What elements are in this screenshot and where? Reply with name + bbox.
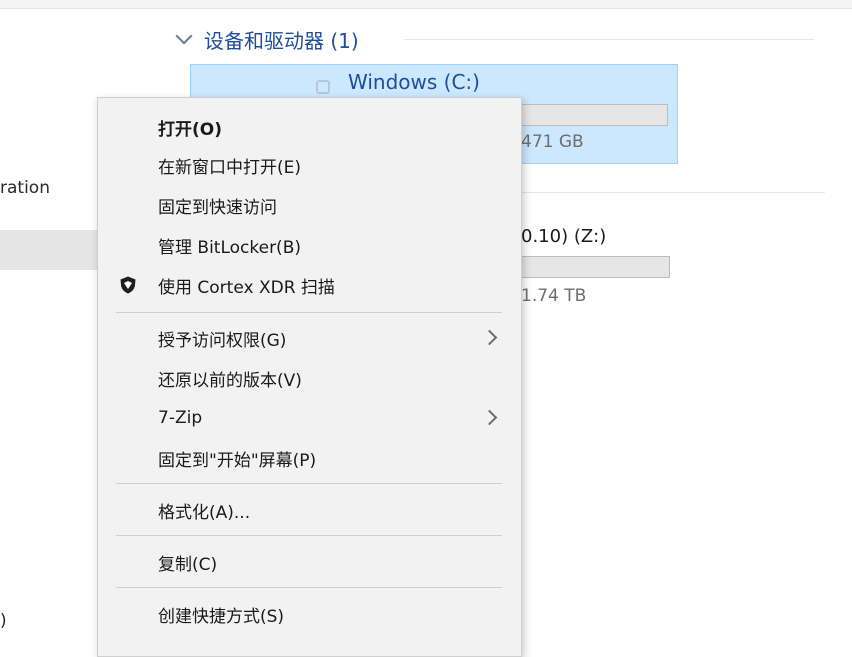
menu-item-label: 管理 BitLocker(B) <box>158 237 301 258</box>
menu-item-label: 还原以前的版本(V) <box>158 370 302 391</box>
drive-c-name: Windows (C:) <box>348 70 480 94</box>
menu-item-create-shortcut[interactable]: 创建快捷方式(S) <box>98 595 521 633</box>
drive-z-name[interactable]: 0.10) (Z:) <box>521 226 606 247</box>
menu-item-label: 使用 Cortex XDR 扫描 <box>158 277 335 298</box>
group-divider-secondary <box>520 192 825 193</box>
menu-separator <box>116 587 502 588</box>
menu-item-open[interactable]: 打开(O) <box>98 108 521 146</box>
devices-group-title: 设备和驱动器 (1) <box>204 28 359 53</box>
menu-item-manage-bitlocker[interactable]: 管理 BitLocker(B) <box>98 226 521 264</box>
window-top-edge <box>0 0 852 9</box>
chevron-right-icon <box>481 329 498 346</box>
menu-item-label: 复制(C) <box>158 554 218 575</box>
cortex-xdr-shield-icon <box>120 276 136 294</box>
menu-separator <box>116 483 502 484</box>
menu-item-restore-versions[interactable]: 还原以前的版本(V) <box>98 359 521 397</box>
drive-z-size: 1.74 TB <box>521 286 587 306</box>
menu-item-label: 格式化(A)... <box>158 502 251 523</box>
drive-c-usage-bar <box>500 104 668 126</box>
devices-group-header[interactable]: 设备和驱动器 (1) <box>172 24 359 54</box>
drive-z-usage-bar <box>500 256 670 278</box>
menu-item-cortex-xdr-scan[interactable]: 使用 Cortex XDR 扫描 <box>98 266 521 304</box>
menu-item-pin-start[interactable]: 固定到"开始"屏幕(P) <box>98 439 521 477</box>
navigation-pane: ration ) <box>0 8 100 640</box>
nav-item-bottom-partial[interactable]: ) <box>0 611 7 631</box>
menu-item-label: 固定到快速访问 <box>158 197 277 218</box>
menu-item-label: 7-Zip <box>158 408 203 428</box>
menu-item-label: 授予访问权限(G) <box>158 330 287 351</box>
menu-separator <box>116 312 502 313</box>
menu-item-label: 打开(O) <box>158 119 222 140</box>
group-divider <box>404 39 814 40</box>
menu-item-label: 在新窗口中打开(E) <box>158 157 302 178</box>
nav-item-highlighted[interactable] <box>0 230 100 270</box>
menu-item-pin-quick-access[interactable]: 固定到快速访问 <box>98 186 521 224</box>
menu-item-7zip[interactable]: 7-Zip <box>98 399 521 437</box>
menu-separator <box>116 535 502 536</box>
menu-item-grant-access[interactable]: 授予访问权限(G) <box>98 319 521 357</box>
menu-item-label: 固定到"开始"屏幕(P) <box>158 450 317 471</box>
menu-item-copy[interactable]: 复制(C) <box>98 543 521 581</box>
menu-item-open-new-window[interactable]: 在新窗口中打开(E) <box>98 146 521 184</box>
chevron-down-icon <box>175 27 193 45</box>
chevron-right-icon <box>481 409 498 426</box>
nav-item-partial[interactable]: ration <box>0 178 50 198</box>
menu-item-label: 创建快捷方式(S) <box>158 606 285 627</box>
drive-icon <box>316 80 330 94</box>
menu-item-format[interactable]: 格式化(A)... <box>98 491 521 529</box>
drive-c-size: 471 GB <box>521 132 584 152</box>
context-menu: 打开(O) 在新窗口中打开(E) 固定到快速访问 管理 BitLocker(B)… <box>97 97 522 657</box>
